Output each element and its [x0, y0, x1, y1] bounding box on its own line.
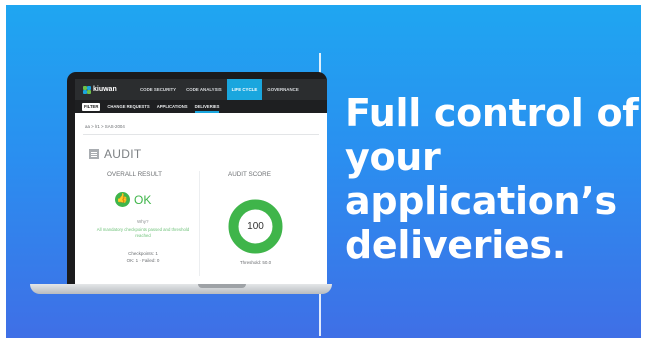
- audit-score-label: AUDIT SCORE: [228, 171, 271, 178]
- laptop-notch: [198, 284, 246, 288]
- result-note: All mandatory checkpoints passed and thr…: [96, 227, 190, 238]
- app-screen: kiuwan CODE SECURITY CODE ANALYSIS LIFE …: [75, 79, 327, 284]
- tab-code-analysis[interactable]: CODE ANALYSIS: [181, 79, 227, 100]
- tab-change-requests[interactable]: CHANGE REQUESTS: [107, 100, 149, 113]
- headline-line-1: Full control of: [345, 91, 639, 135]
- threshold-label: Threshold: 50.0: [239, 260, 272, 265]
- thumbs-up-icon: 👍: [115, 192, 130, 207]
- tab-code-security[interactable]: CODE SECURITY: [135, 79, 181, 100]
- tab-applications[interactable]: APPLICATIONS: [157, 100, 188, 113]
- headline: Full control of your application’s deliv…: [345, 91, 641, 267]
- audit-header: AUDIT: [89, 147, 142, 161]
- result-value: OK: [134, 192, 152, 207]
- kiuwan-logo-icon: [83, 85, 91, 94]
- brand-name: kiuwan: [93, 86, 117, 93]
- headline-line-4: deliveries.: [345, 223, 566, 267]
- result-badge: 👍 OK: [115, 192, 151, 207]
- filter-button[interactable]: FILTER: [82, 102, 101, 111]
- why-link[interactable]: Why?: [137, 219, 149, 224]
- document-icon: [89, 149, 99, 159]
- sub-nav-bar: FILTER CHANGE REQUESTS APPLICATIONS DELI…: [75, 100, 327, 113]
- tab-governance[interactable]: GOVERNANCE: [262, 79, 303, 100]
- laptop-base: [30, 284, 332, 294]
- overall-result-label: OVERALL RESULT: [107, 171, 162, 178]
- headline-line-2: your: [345, 135, 441, 179]
- checkpoints-summary: Checkpoints: 1 OK: 1 · Failed: 0: [89, 250, 197, 264]
- tab-deliveries[interactable]: DELIVERIES: [194, 100, 219, 113]
- checkpoints-count: Checkpoints: 1: [128, 251, 158, 256]
- score-gauge: 100: [228, 199, 283, 254]
- column-separator: [199, 171, 200, 276]
- breadcrumb[interactable]: aa > lr1 > SAS-2004: [85, 124, 125, 129]
- brand-logo[interactable]: kiuwan: [83, 84, 117, 95]
- ok-failed-count: OK: 1 · Failed: 0: [126, 258, 160, 263]
- breadcrumb-divider: [83, 134, 319, 135]
- headline-line-3: application’s: [345, 179, 617, 223]
- top-nav: CODE SECURITY CODE ANALYSIS LIFE CYCLE G…: [135, 79, 304, 100]
- audit-title: AUDIT: [104, 147, 142, 161]
- score-value: 100: [247, 221, 264, 232]
- tab-life-cycle[interactable]: LIFE CYCLE: [226, 79, 263, 100]
- sub-nav: FILTER CHANGE REQUESTS APPLICATIONS DELI…: [82, 100, 219, 113]
- app-topbar: kiuwan CODE SECURITY CODE ANALYSIS LIFE …: [75, 79, 327, 100]
